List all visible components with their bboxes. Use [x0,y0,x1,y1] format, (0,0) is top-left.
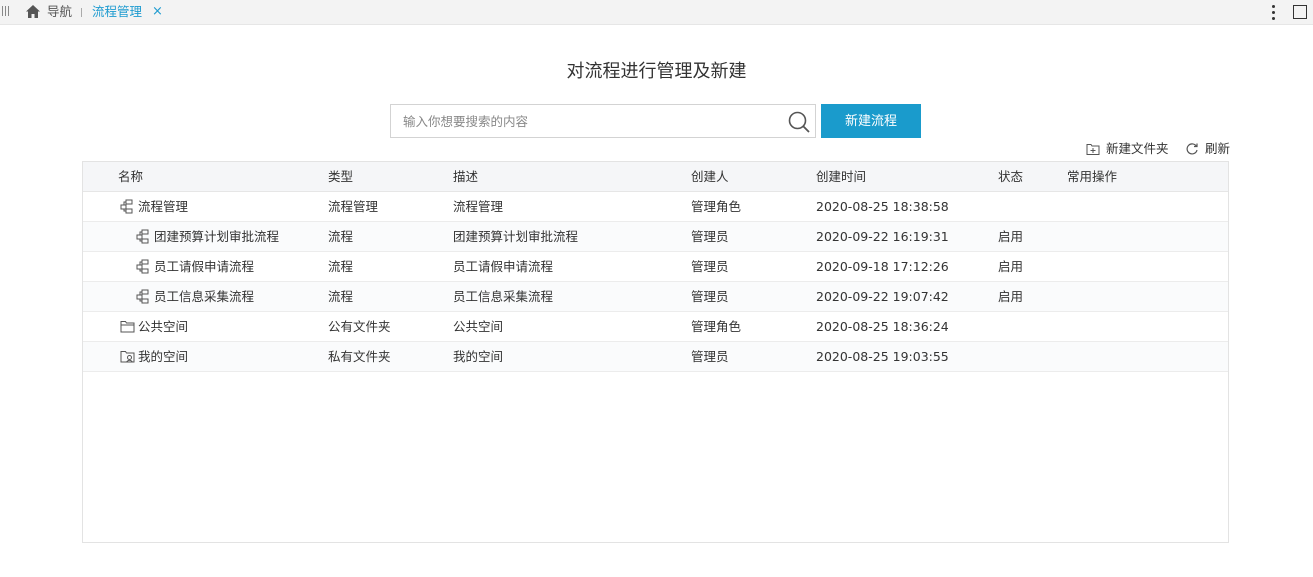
tab-process-management[interactable]: 流程管理 [92,4,142,20]
row-creator: 管理员 [691,259,729,274]
flow-icon [136,229,149,244]
refresh-button[interactable]: 刷新 [1185,141,1235,157]
table-row[interactable]: 流程管理 流程管理 流程管理 管理角色 2020-08-25 18:38:58 [83,192,1228,222]
row-creator: 管理员 [691,289,729,304]
row-created-time: 2020-09-18 17:12:26 [816,259,949,274]
add-folder-icon [1086,144,1100,155]
home-icon[interactable] [25,4,41,19]
row-description: 团建预算计划审批流程 [453,229,579,244]
table-row[interactable]: 员工请假申请流程 流程 员工请假申请流程 管理员 2020-09-18 17:1… [83,252,1228,282]
row-created-time: 2020-09-22 19:07:42 [816,289,949,304]
flow-icon [136,259,149,274]
grip-icon[interactable] [2,6,10,18]
row-name[interactable]: 流程管理 [138,199,188,215]
row-type: 流程 [328,259,354,274]
row-created-time: 2020-08-25 18:36:24 [816,319,949,334]
tab-nav[interactable]: 导航 [47,4,72,20]
tab-bar: 导航 流程管理 × [0,0,1313,25]
column-header-name[interactable]: 名称 [118,169,143,185]
table-row[interactable]: 我的空间 私有文件夹 我的空间 管理员 2020-08-25 19:03:55 [83,342,1228,372]
row-created-time: 2020-09-22 16:19:31 [816,229,949,244]
folder-icon [120,321,135,333]
search-box [390,104,816,138]
new-flow-button[interactable]: 新建流程 [821,104,921,138]
more-vertical-icon[interactable] [1268,3,1278,21]
table-row[interactable]: 公共空间 公有文件夹 公共空间 管理角色 2020-08-25 18:36:24 [83,312,1228,342]
row-name[interactable]: 团建预算计划审批流程 [154,229,279,245]
row-name[interactable]: 我的空间 [138,349,188,365]
row-created-time: 2020-08-25 19:03:55 [816,349,949,364]
column-header-status[interactable]: 状态 [998,169,1023,185]
row-name[interactable]: 员工信息采集流程 [154,289,254,305]
column-header-type[interactable]: 类型 [328,169,353,185]
row-description: 我的空间 [453,349,504,364]
new-folder-label: 新建文件夹 [1106,141,1169,156]
close-icon[interactable]: × [152,4,163,20]
table-header: 名称 类型 描述 创建人 创建时间 状态 常用操作 [83,162,1228,192]
table-row[interactable]: 团建预算计划审批流程 流程 团建预算计划审批流程 管理员 2020-09-22 … [83,222,1228,252]
row-description: 员工信息采集流程 [453,289,554,304]
process-table: 名称 类型 描述 创建人 创建时间 状态 常用操作 流程管理 流程管理 流程管理… [82,161,1229,543]
row-type: 公有文件夹 [328,319,391,334]
row-status: 启用 [998,259,1024,274]
search-input[interactable] [391,105,781,137]
column-header-creator[interactable]: 创建人 [691,169,729,185]
page-title: 对流程进行管理及新建 [566,61,747,82]
row-creator: 管理角色 [691,319,742,334]
search-icon[interactable] [787,110,811,134]
row-type: 流程 [328,289,354,304]
new-folder-button[interactable]: 新建文件夹 [1086,141,1176,157]
row-description: 流程管理 [453,199,504,214]
refresh-label: 刷新 [1205,141,1231,156]
tab-divider [81,8,82,17]
private-folder-icon [120,351,135,363]
row-name[interactable]: 公共空间 [138,319,188,335]
row-creator: 管理员 [691,229,729,244]
flow-group-icon [120,199,133,214]
column-header-actions: 常用操作 [1067,169,1118,184]
row-created-time: 2020-08-25 18:38:58 [816,199,949,214]
row-status: 启用 [998,229,1024,244]
row-description: 员工请假申请流程 [453,259,554,274]
flow-icon [136,289,149,304]
table-row[interactable]: 员工信息采集流程 流程 员工信息采集流程 管理员 2020-09-22 19:0… [83,282,1228,312]
row-creator: 管理角色 [691,199,742,214]
row-creator: 管理员 [691,349,729,364]
row-type: 流程 [328,229,354,244]
column-header-description[interactable]: 描述 [453,169,478,185]
column-header-created-time[interactable]: 创建时间 [816,169,866,185]
row-type: 流程管理 [328,199,379,214]
maximize-icon[interactable] [1293,5,1307,19]
row-status: 启用 [998,289,1024,304]
refresh-icon [1186,143,1198,155]
row-description: 公共空间 [453,319,504,334]
row-type: 私有文件夹 [328,349,391,364]
row-name[interactable]: 员工请假申请流程 [154,259,254,275]
